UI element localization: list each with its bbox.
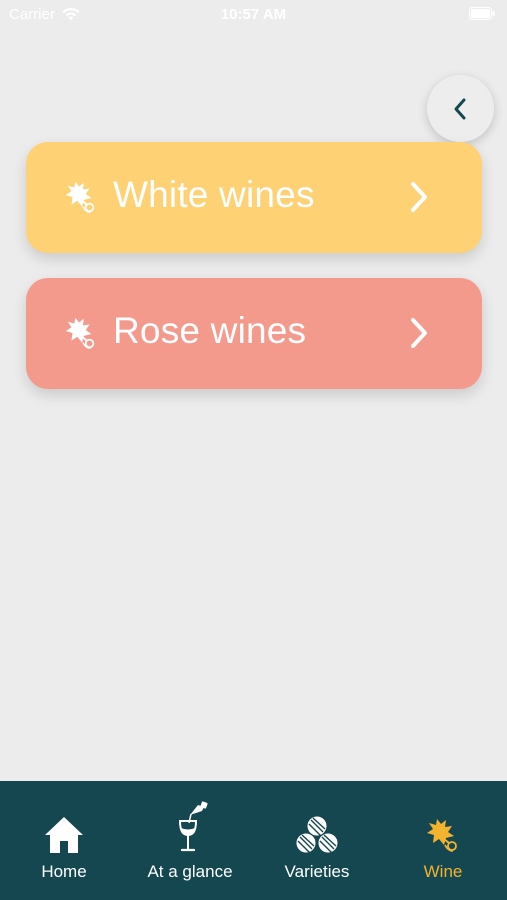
rose-wines-label: Rose wines <box>113 310 307 351</box>
tab-home[interactable]: Home <box>1 781 127 900</box>
tab-varieties-label: Varieties <box>284 862 350 881</box>
white-wines-card[interactable]: White wines <box>26 142 482 253</box>
tab-at-a-glance-label: At a glance <box>147 862 233 881</box>
rose-wines-card[interactable]: Rose wines <box>26 278 482 389</box>
chevron-right-icon <box>408 180 430 219</box>
tab-wine[interactable]: Wine <box>380 781 506 900</box>
barrels-icon <box>254 805 380 855</box>
grape-leaf-icon <box>62 314 100 357</box>
wine-pour-icon <box>127 801 253 855</box>
tab-wine-label: Wine <box>423 862 463 881</box>
status-bar: Carrier 10:57 AM <box>0 0 507 30</box>
chevron-left-icon <box>454 98 465 119</box>
grape-leaf-icon <box>62 178 100 221</box>
back-button[interactable] <box>427 75 494 142</box>
white-wines-label: White wines <box>113 174 315 215</box>
chevron-right-icon <box>408 316 430 355</box>
tab-bar: Home At a glance Varieties Wine <box>0 781 507 900</box>
tab-at-a-glance[interactable]: At a glance <box>127 781 253 900</box>
status-time: 10:57 AM <box>220 6 287 23</box>
tab-varieties[interactable]: Varieties <box>254 781 380 900</box>
tab-home-label: Home <box>41 862 87 881</box>
grape-leaf-icon <box>380 805 506 855</box>
battery-icon <box>469 7 495 24</box>
house-icon <box>1 805 127 855</box>
